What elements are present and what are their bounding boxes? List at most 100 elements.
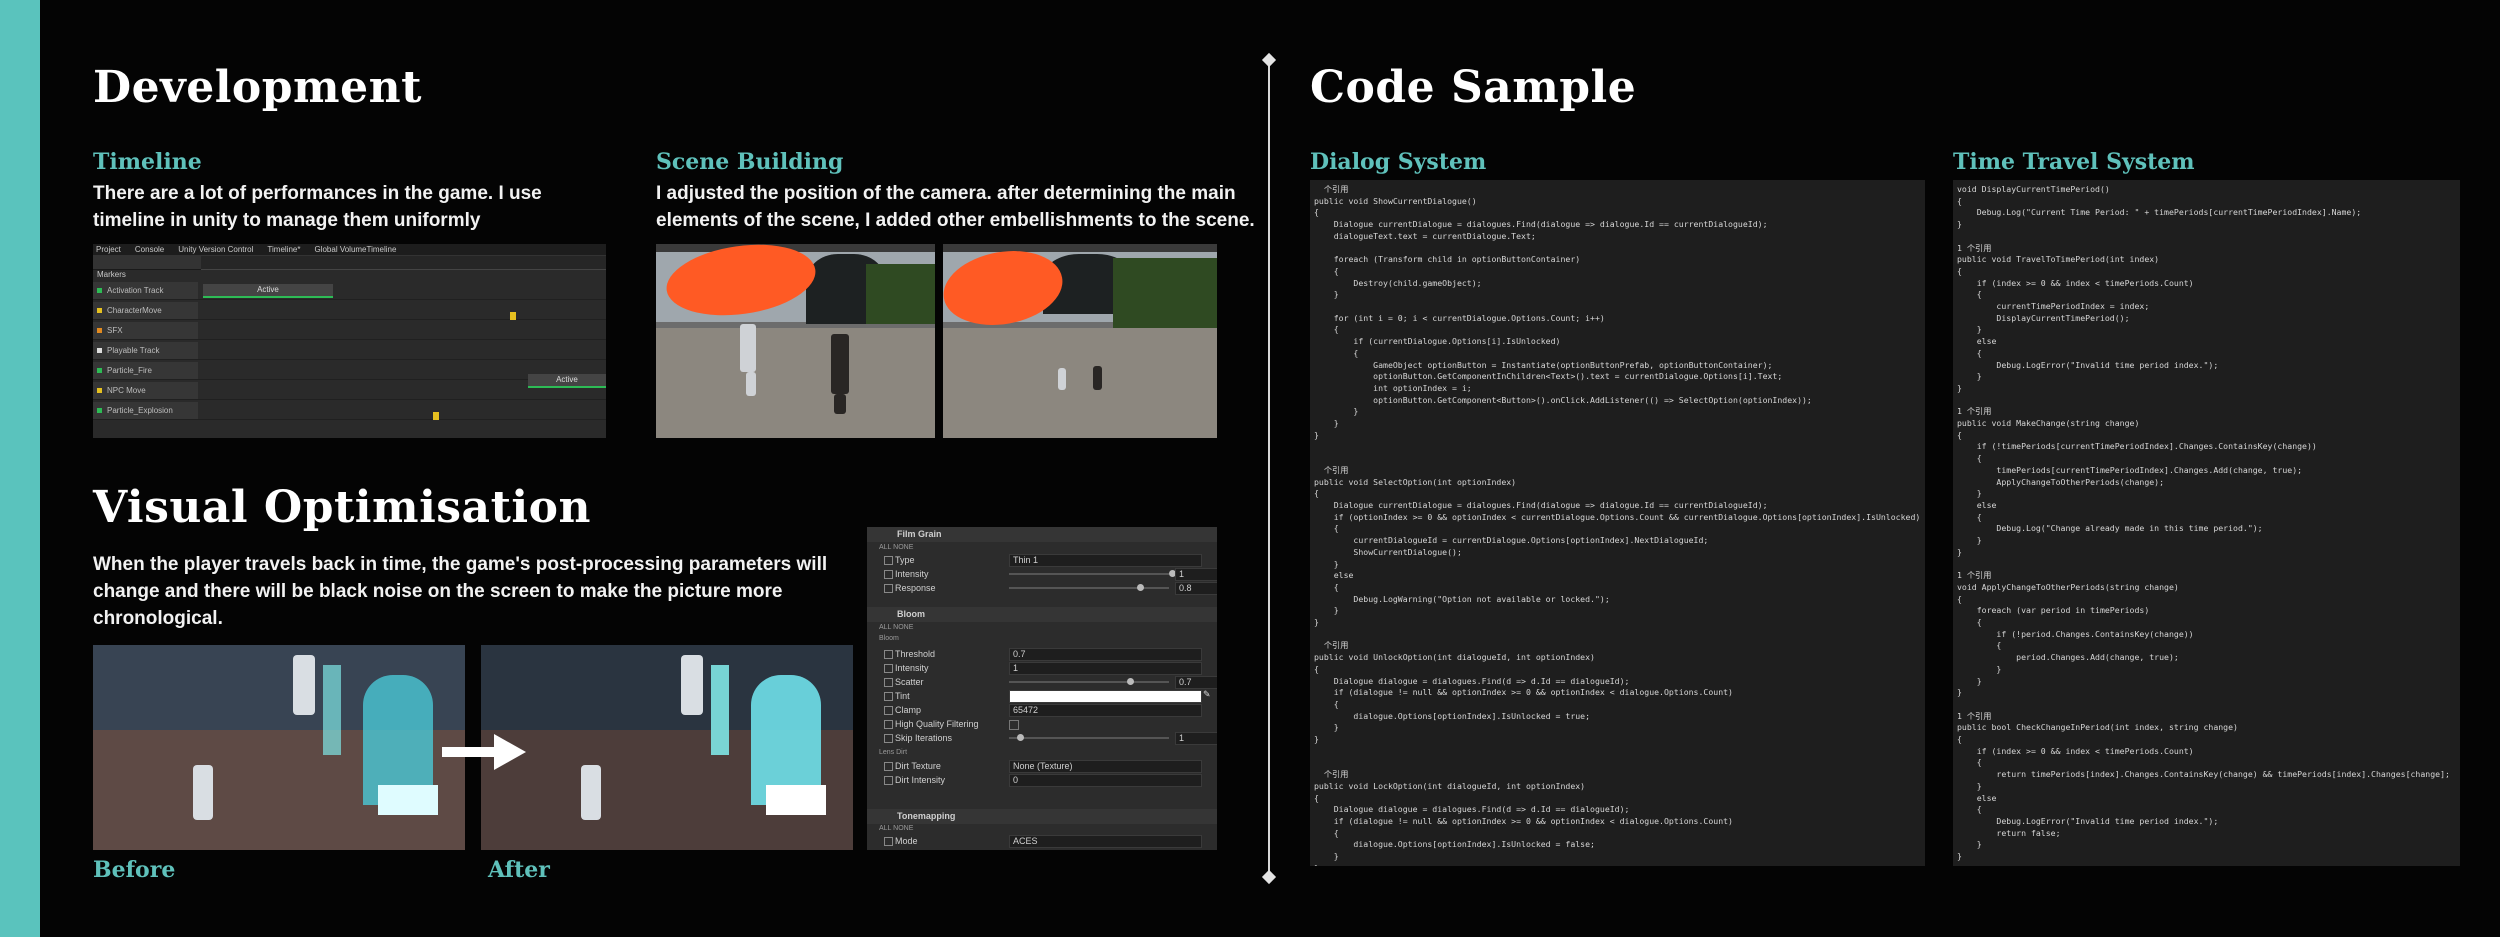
all-none-toggle[interactable]: ALL NONE [879, 624, 913, 631]
timeline-track[interactable]: SFX [93, 322, 606, 340]
development-title: Development [93, 62, 422, 113]
inspector-row-tint: Tint ✎ [867, 689, 1217, 703]
inspector-row-intensity: Intensity 1 [867, 567, 1217, 581]
visual-description-line: change and there will be black noise on … [93, 581, 783, 602]
response-field[interactable]: 0.8 [1175, 582, 1217, 595]
tonemapping-header[interactable]: Tonemapping [867, 809, 1217, 824]
dirt-texture-field[interactable]: None (Texture) [1009, 760, 1202, 773]
threshold-label: Threshold [895, 649, 936, 659]
inspector-row-bloom-intensity: Intensity 1 [867, 661, 1217, 675]
inspector-row-dirt-texture: Dirt Texture None (Texture) [867, 759, 1217, 773]
track-label: SFX [107, 326, 123, 335]
track-label: Particle_Fire [107, 366, 152, 375]
visual-optimisation-description: When the player travels back in time, th… [93, 551, 827, 632]
inspector-row-mode: Mode ACES [867, 834, 1217, 848]
bloom-intensity-label: Intensity [895, 663, 929, 673]
response-slider[interactable] [1009, 587, 1169, 589]
intensity-slider[interactable] [1009, 573, 1169, 575]
scene-building-title: Scene Building [656, 149, 844, 175]
dialog-code-block: 个引用 public void ShowCurrentDialogue() { … [1310, 180, 1925, 866]
accent-bar [0, 0, 40, 937]
timeline-description-line: timeline in unity to manage them uniform… [93, 210, 481, 231]
timeline-clip-active[interactable]: Active [203, 284, 333, 298]
arrow-right-icon [494, 734, 526, 770]
tint-color-swatch[interactable] [1009, 690, 1202, 703]
clamp-field[interactable]: 65472 [1009, 704, 1202, 717]
scatter-slider[interactable] [1009, 681, 1169, 683]
timeline-editor-screenshot: Project Console Unity Version Control Ti… [93, 244, 606, 438]
scene-building-description: I adjusted the position of the camera. a… [656, 180, 1255, 234]
tab-version-control[interactable]: Unity Version Control [178, 245, 253, 254]
global-volume-label: Global VolumeTimeline [314, 245, 397, 254]
inspector-row-dirt-intensity: Dirt Intensity 0 [867, 773, 1217, 787]
tab-project[interactable]: Project [96, 245, 121, 254]
bloom-intensity-field[interactable]: 1 [1009, 662, 1202, 675]
tonemapping-title: Tonemapping [897, 811, 956, 821]
arrow-right-icon [442, 747, 497, 757]
type-dropdown[interactable]: Thin 1 [1009, 554, 1202, 567]
divider-diamond [1261, 52, 1277, 68]
dirt-intensity-field[interactable]: 0 [1009, 774, 1202, 787]
timeline-track[interactable]: Playable Track [93, 342, 606, 360]
all-none-toggle[interactable]: ALL NONE [879, 544, 913, 551]
film-grain-header[interactable]: Film Grain [867, 527, 1217, 542]
code-sample-title: Code Sample [1310, 62, 1637, 113]
skip-iterations-field[interactable]: 1 [1175, 732, 1217, 745]
inspector-row-clamp: Clamp 65472 [867, 703, 1217, 717]
lens-dirt-subheader: Lens Dirt [879, 749, 908, 756]
threshold-field[interactable]: 0.7 [1009, 648, 1202, 661]
scene-screenshot-1 [656, 244, 935, 438]
after-screenshot [481, 645, 853, 850]
before-label: Before [93, 857, 176, 883]
slider-knob[interactable] [1137, 584, 1144, 591]
tint-label: Tint [895, 691, 910, 701]
timeline-track[interactable]: CharacterMove [93, 302, 606, 320]
scene-description-line: I adjusted the position of the camera. a… [656, 183, 1236, 204]
dialog-system-title: Dialog System [1310, 149, 1487, 175]
hq-filtering-checkbox[interactable] [1009, 720, 1019, 730]
track-label: NPC Move [107, 386, 146, 395]
inspector-row-threshold: Threshold 0.7 [867, 647, 1217, 661]
timeline-track[interactable]: Particle_Explosion [93, 402, 606, 420]
slider-knob[interactable] [1127, 678, 1134, 685]
tab-timeline[interactable]: Timeline* [267, 245, 300, 254]
mode-dropdown[interactable]: ACES [1009, 835, 1202, 848]
markers-label: Markers [97, 270, 126, 279]
dirt-texture-label: Dirt Texture [895, 761, 941, 771]
intensity-field[interactable]: 1 [1175, 568, 1217, 581]
slider-knob[interactable] [1017, 734, 1024, 741]
time-travel-code: void DisplayCurrentTimePeriod() { Debug.… [1957, 184, 2450, 862]
inspector-row-hq: High Quality Filtering [867, 717, 1217, 731]
timeline-track[interactable]: Activation Track [93, 282, 606, 300]
visual-optimisation-title: Visual Optimisation [93, 482, 591, 533]
visual-description-line: When the player travels back in time, th… [93, 554, 828, 575]
dirt-intensity-label: Dirt Intensity [895, 775, 946, 785]
keyframe-icon[interactable] [433, 412, 439, 420]
scatter-field[interactable]: 0.7 [1175, 676, 1217, 689]
timeline-clip-active[interactable]: Active [528, 374, 606, 388]
track-label: Playable Track [107, 346, 160, 355]
inspector-row-response: Response 0.8 [867, 581, 1217, 595]
eyedropper-icon[interactable]: ✎ [1203, 689, 1211, 700]
intensity-label: Intensity [895, 569, 929, 579]
post-processing-inspector: Film Grain ALL NONE Type Thin 1 Intensity… [867, 527, 1217, 850]
keyframe-icon[interactable] [510, 312, 516, 320]
inspector-row-scatter: Scatter 0.7 [867, 675, 1217, 689]
all-none-toggle[interactable]: ALL NONE [879, 825, 913, 832]
dialog-code: 个引用 public void ShowCurrentDialogue() { … [1314, 184, 1921, 866]
track-label: Particle_Explosion [107, 406, 173, 415]
clamp-label: Clamp [895, 705, 922, 715]
inspector-row-type: Type Thin 1 [867, 553, 1217, 567]
visual-description-line: chronological. [93, 608, 223, 629]
skip-iterations-slider[interactable] [1009, 737, 1169, 739]
bloom-header[interactable]: Bloom [867, 607, 1217, 622]
hq-filtering-label: High Quality Filtering [895, 719, 979, 729]
time-travel-title: Time Travel System [1953, 149, 2195, 175]
bloom-title: Bloom [897, 609, 925, 619]
timeline-description: There are a lot of performances in the g… [93, 180, 542, 234]
before-screenshot [93, 645, 465, 850]
scatter-label: Scatter [895, 677, 924, 687]
response-label: Response [895, 583, 936, 593]
track-label: Activation Track [107, 286, 164, 295]
tab-console[interactable]: Console [135, 245, 164, 254]
